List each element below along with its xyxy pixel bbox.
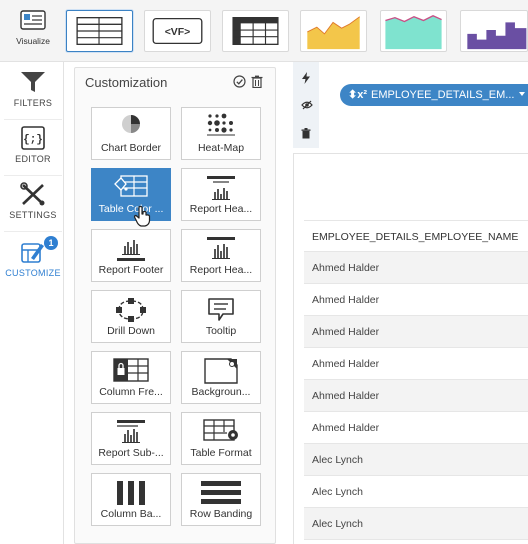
table-row: Ahmed Halder [304,284,528,316]
customize-icon [21,243,44,263]
field-pill-label: EMPLOYEE_DETAILS_EM... [371,89,515,101]
option-label: Report Hea... [189,203,253,215]
lightning-icon[interactable] [301,72,311,84]
option-report-subheader[interactable]: Report Sub-... [91,412,171,465]
report-subheader-icon [117,420,145,443]
tools-icon [20,182,45,206]
sidebar-item-filters[interactable]: FILTERS [4,66,62,120]
option-label: Report Footer [98,264,164,276]
pivot-table-thumb[interactable] [222,10,289,52]
sidebar-item-label: FILTERS [13,98,53,108]
table-header[interactable]: EMPLOYEE_DETAILS_EMPLOYEE_NAME [304,220,528,252]
step-chart-thumb[interactable] [460,10,528,52]
chart-border-icon [122,115,140,133]
teal-area-icon [385,15,442,50]
svg-text:{;}: {;} [23,134,43,146]
option-heat-map[interactable]: Heat-Map [181,107,261,160]
property-toolbar [293,62,319,148]
option-label: Tooltip [205,325,237,337]
trash-icon[interactable] [301,128,311,139]
table-row: Alec Lynch [304,444,528,476]
option-tooltip[interactable]: Tooltip [181,290,261,343]
vf-code-icon: <VF> [152,17,203,45]
left-sidebar: FILTERS {;} EDITOR SETTINGS 1 CUSTOMIZE [0,62,64,544]
table-row: Ahmed Halder [304,412,528,444]
table-format-icon [203,419,238,441]
vf-code-text: <VF> [165,27,191,38]
code-braces-icon: {;} [21,126,45,150]
visualize-button[interactable]: Visualize [4,6,62,58]
hand-cursor-icon [133,205,151,227]
field-pill[interactable]: ⬍x² EMPLOYEE_DETAILS_EM... [340,84,528,106]
option-column-banding[interactable]: Column Ba... [91,473,171,526]
drill-down-icon [116,298,146,322]
option-label: Column Ba... [100,508,162,520]
option-label: Heat-Map [197,142,245,154]
table-row: Ahmed Halder [304,316,528,348]
area-chart-thumb[interactable] [300,10,367,52]
option-table-color[interactable]: Table Color ... [91,168,171,221]
option-label: Backgroun... [191,386,251,398]
background-icon [204,358,238,384]
trash-icon[interactable] [251,75,263,88]
data-table: EMPLOYEE_DETAILS_EMPLOYEE_NAME Ahmed Hal… [304,220,528,540]
customization-panel: Customization Chart Border Heat-Map Tabl… [74,67,276,544]
option-label: Table Format [190,447,252,459]
stacked-area-chart-thumb[interactable] [380,10,447,52]
chart-type-toolbar: Visualize <VF> [0,0,528,62]
field-pill-prefix: ⬍x² [348,89,367,101]
purple-step-icon [467,22,527,50]
sidebar-item-editor[interactable]: {;} EDITOR [4,122,62,176]
table-chart-thumb[interactable] [66,10,133,52]
sidebar-item-label: SETTINGS [9,210,57,220]
table-grid-icon [76,17,123,45]
column-banding-icon [117,481,145,505]
option-chart-border[interactable]: Chart Border [91,107,171,160]
report-footer-icon [117,240,145,261]
report-header-2-icon [207,237,235,259]
option-report-header-2[interactable]: Report Hea... [181,229,261,282]
option-label: Column Fre... [99,386,163,398]
pivot-grid-icon [232,17,279,45]
table-row: Alec Lynch [304,508,528,540]
table-row: Ahmed Halder [304,252,528,284]
vf-chart-thumb[interactable]: <VF> [144,10,211,52]
option-label: Table Color ... [98,203,164,215]
option-label: Report Sub-... [98,447,164,459]
sidebar-item-settings[interactable]: SETTINGS [4,178,62,232]
table-row: Ahmed Halder [304,380,528,412]
column-freeze-icon [113,358,149,382]
option-row-banding[interactable]: Row Banding [181,473,261,526]
option-table-format[interactable]: Table Format [181,412,261,465]
option-background[interactable]: Backgroun... [181,351,261,404]
chevron-down-icon[interactable] [519,92,525,96]
option-report-header[interactable]: Report Hea... [181,168,261,221]
visualize-icon [20,10,46,30]
heat-map-icon [207,113,235,136]
report-header-icon [207,176,235,200]
option-drill-down[interactable]: Drill Down [91,290,171,343]
check-circle-icon[interactable] [233,75,246,88]
visualize-label: Visualize [16,36,50,46]
tooltip-icon [208,298,234,321]
table-row: Alec Lynch [304,476,528,508]
option-label: Chart Border [100,142,162,154]
sidebar-item-label: CUSTOMIZE [5,268,61,278]
panel-title: Customization [85,75,168,90]
sidebar-item-label: EDITOR [15,154,51,164]
eye-hide-icon[interactable] [301,100,313,110]
funnel-icon [21,72,45,92]
customize-badge: 1 [44,236,58,250]
table-color-icon [114,175,148,197]
option-report-footer[interactable]: Report Footer [91,229,171,282]
yellow-area-icon [307,16,360,50]
option-label: Report Hea... [189,264,253,276]
option-label: Row Banding [189,508,253,520]
table-row: Ahmed Halder [304,348,528,380]
option-column-freeze[interactable]: Column Fre... [91,351,171,404]
option-label: Drill Down [107,325,155,337]
sidebar-item-customize[interactable]: 1 CUSTOMIZE [4,234,62,288]
row-banding-icon [201,481,241,504]
